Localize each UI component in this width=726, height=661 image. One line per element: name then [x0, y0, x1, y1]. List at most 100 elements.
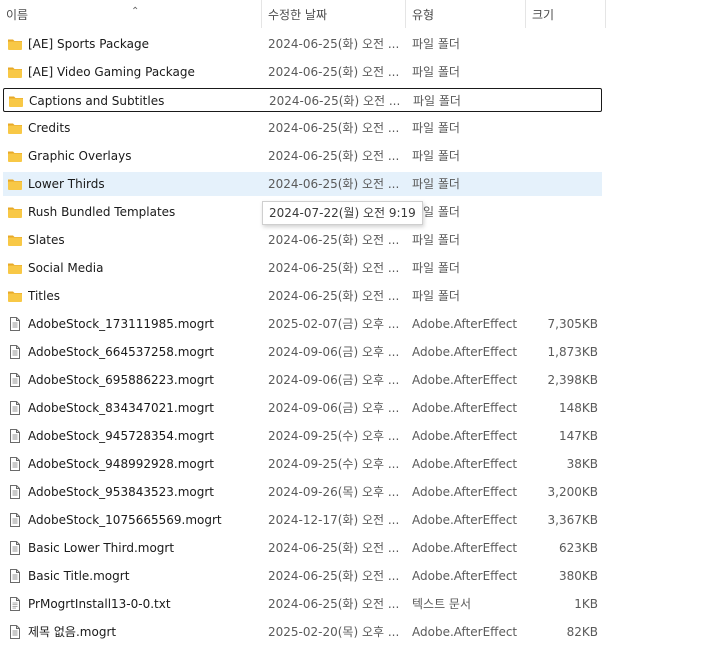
item-name: Lower Thirds — [28, 177, 105, 191]
item-size — [523, 284, 598, 308]
item-date-modified: 2025-02-20(목) 오후 ... — [268, 625, 400, 639]
item-type: 파일 폴더 — [412, 205, 460, 219]
item-name: AdobeStock_953843523.mogrt — [28, 485, 214, 499]
item-name: Graphic Overlays — [28, 149, 132, 163]
item-name: AdobeStock_834347021.mogrt — [28, 401, 214, 415]
item-type: Adobe.AfterEffect... — [412, 569, 518, 583]
item-size — [523, 172, 598, 196]
item-type: 파일 폴더 — [412, 37, 460, 51]
item-type: Adobe.AfterEffect... — [412, 317, 518, 331]
file-row[interactable]: Basic Lower Third.mogrt 2024-06-25(화) 오전 … — [3, 536, 602, 560]
folder-row[interactable]: Social Media 2024-06-25(화) 오전 ... 파일 폴더 — [3, 256, 602, 280]
item-name: Slates — [28, 233, 65, 247]
file-icon — [7, 400, 23, 416]
file-row[interactable]: Basic Title.mogrt 2024-06-25(화) 오전 ... Ado… — [3, 564, 602, 588]
item-name: Titles — [28, 289, 60, 303]
folder-row[interactable]: [AE] Video Gaming Package 2024-06-25(화) 오… — [3, 60, 602, 84]
file-row[interactable]: 제목 없음.mogrt 2025-02-20(목) 오후 ... Adobe.Aft… — [3, 620, 602, 644]
folder-row[interactable]: Credits 2024-06-25(화) 오전 ... 파일 폴더 — [3, 116, 602, 140]
item-date-modified: 2024-06-25(화) 오전 ... — [268, 177, 400, 191]
item-size: 38KB — [566, 457, 598, 471]
file-icon — [7, 428, 23, 444]
item-type: Adobe.AfterEffect... — [412, 429, 518, 443]
column-divider[interactable] — [605, 0, 606, 28]
column-header-name[interactable]: 이름 ⌃ — [0, 0, 262, 28]
folder-row[interactable]: Lower Thirds 2024-06-25(화) 오전 ... 파일 폴더 — [3, 172, 602, 196]
column-header-date[interactable]: 수정한 날짜 — [262, 0, 405, 28]
item-name: [AE] Sports Package — [28, 37, 149, 51]
folder-row[interactable]: Titles 2024-06-25(화) 오전 ... 파일 폴더 — [3, 284, 602, 308]
item-name: AdobeStock_664537258.mogrt — [28, 345, 214, 359]
item-type: Adobe.AfterEffect... — [412, 625, 518, 639]
item-size — [523, 228, 598, 252]
file-row[interactable]: AdobeStock_834347021.mogrt 2024-09-06(금) … — [3, 396, 602, 420]
column-header-type-label: 유형 — [412, 8, 435, 22]
item-size: 3,367KB — [547, 513, 598, 527]
item-name: AdobeStock_948992928.mogrt — [28, 457, 214, 471]
item-size: 82KB — [566, 625, 598, 639]
item-type: 파일 폴더 — [412, 261, 460, 275]
item-date-modified: 2024-06-25(화) 오전 ... — [268, 541, 400, 555]
item-date-modified: 2024-06-25(화) 오전 ... — [268, 261, 400, 275]
column-header-type[interactable]: 유형 — [406, 0, 525, 28]
item-name: Credits — [28, 121, 71, 135]
folder-row[interactable]: Captions and Subtitles 2024-06-25(화) 오전 .… — [3, 88, 602, 112]
file-row[interactable]: AdobeStock_945728354.mogrt 2024-09-25(수) … — [3, 424, 602, 448]
item-name: Social Media — [28, 261, 104, 275]
file-icon — [7, 512, 23, 528]
item-date-modified: 2024-06-25(화) 오전 ... — [268, 37, 400, 51]
item-size: 1KB — [574, 597, 598, 611]
item-date-modified: 2024-06-25(화) 오전 ... — [268, 149, 400, 163]
folder-icon — [7, 204, 23, 220]
file-row[interactable]: AdobeStock_1075665569.mogrt 2024-12-17(화)… — [3, 508, 602, 532]
folder-row[interactable]: [AE] Sports Package 2024-06-25(화) 오전 ... 파… — [3, 32, 602, 56]
file-row[interactable]: AdobeStock_664537258.mogrt 2024-09-06(금) … — [3, 340, 602, 364]
item-size — [524, 89, 599, 113]
column-header-size[interactable]: 크기 — [526, 0, 606, 28]
column-header-size-label: 크기 — [532, 8, 555, 22]
item-type: Adobe.AfterEffect... — [412, 345, 518, 359]
item-date-modified: 2024-09-26(목) 오후 ... — [268, 485, 400, 499]
item-size — [523, 60, 598, 84]
item-date-modified: 2024-09-06(금) 오후 ... — [268, 401, 400, 415]
file-icon — [7, 372, 23, 388]
file-row[interactable]: AdobeStock_695886223.mogrt 2024-09-06(금) … — [3, 368, 602, 392]
item-name: AdobeStock_945728354.mogrt — [28, 429, 214, 443]
file-row[interactable]: AdobeStock_953843523.mogrt 2024-09-26(목) … — [3, 480, 602, 504]
item-size — [523, 256, 598, 280]
item-name: 제목 없음.mogrt — [28, 625, 117, 639]
item-size: 147KB — [558, 429, 598, 443]
item-date-modified: 2024-09-25(수) 오후 ... — [268, 457, 400, 471]
item-size: 3,200KB — [547, 485, 598, 499]
item-name: [AE] Video Gaming Package — [28, 65, 195, 79]
folder-icon — [8, 93, 24, 109]
date-tooltip-text: 2024-07-22(월) 오전 9:19 — [269, 206, 416, 220]
item-size — [523, 200, 598, 224]
item-type: 텍스트 문서 — [412, 597, 472, 611]
item-date-modified: 2024-09-25(수) 오후 ... — [268, 429, 400, 443]
file-icon — [7, 484, 23, 500]
file-icon — [7, 456, 23, 472]
sort-ascending-icon: ⌃ — [131, 6, 140, 17]
item-size: 380KB — [558, 569, 598, 583]
item-date-modified: 2025-02-07(금) 오후 ... — [268, 317, 400, 331]
text-file-icon — [7, 596, 23, 612]
file-row[interactable]: AdobeStock_173111985.mogrt 2025-02-07(금) … — [3, 312, 602, 336]
folder-row[interactable]: Slates 2024-06-25(화) 오전 ... 파일 폴더 — [3, 228, 602, 252]
file-row[interactable]: AdobeStock_948992928.mogrt 2024-09-25(수) … — [3, 452, 602, 476]
item-name: Captions and Subtitles — [29, 94, 165, 108]
file-row[interactable]: PrMogrtInstall13-0-0.txt 2024-06-25(화) 오전… — [3, 592, 602, 616]
item-type: Adobe.AfterEffect... — [412, 373, 518, 387]
folder-icon — [7, 288, 23, 304]
folder-row[interactable]: Graphic Overlays 2024-06-25(화) 오전 ... 파일 폴… — [3, 144, 602, 168]
item-type: Adobe.AfterEffect... — [412, 541, 518, 555]
item-name: Rush Bundled Templates — [28, 205, 176, 219]
file-icon — [7, 316, 23, 332]
item-type: Adobe.AfterEffect... — [412, 485, 518, 499]
item-date-modified: 2024-06-25(화) 오전 ... — [268, 597, 400, 611]
item-date-modified: 2024-06-25(화) 오전 ... — [268, 233, 400, 247]
item-name: Basic Title.mogrt — [28, 569, 130, 583]
date-tooltip: 2024-07-22(월) 오전 9:19 — [262, 201, 423, 225]
item-type: Adobe.AfterEffect... — [412, 401, 518, 415]
file-icon — [7, 540, 23, 556]
